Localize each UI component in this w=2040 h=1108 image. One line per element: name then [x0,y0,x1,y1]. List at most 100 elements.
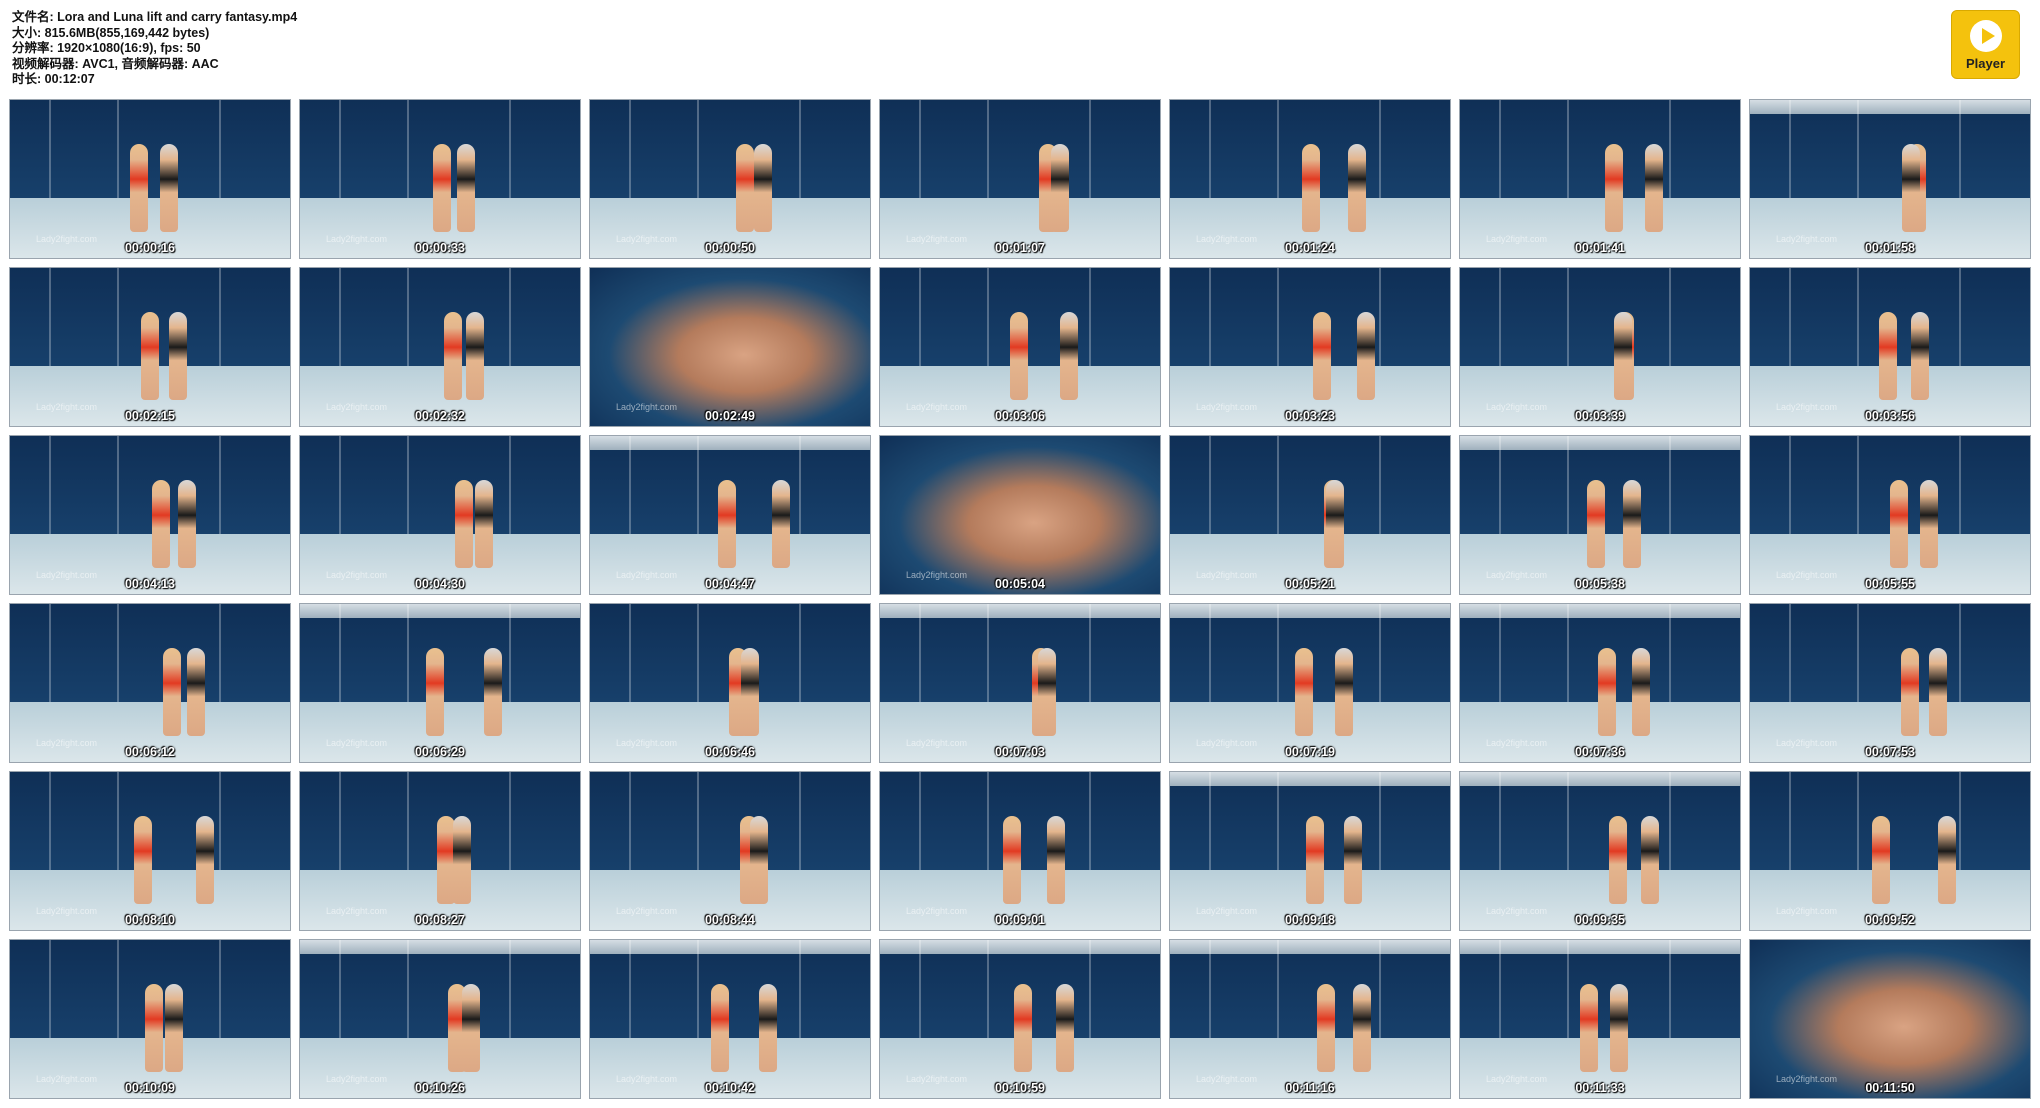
timestamp: 00:07:53 [1864,745,1916,759]
thumbnail[interactable]: Lady2fight.com 00:06:46 [589,603,871,763]
person-figure [1047,816,1065,904]
wall-panel-line [49,772,51,870]
thumbnail[interactable]: Lady2fight.com 00:00:33 [299,99,581,259]
thumbnail[interactable]: Lady2fight.com 00:04:47 [589,435,871,595]
person-figure [462,984,480,1072]
wall-panel-line [407,772,409,870]
wall-panel-line [49,436,51,534]
person-figure [1056,984,1074,1072]
thumbnail[interactable]: Lady2fight.com 00:07:53 [1749,603,2031,763]
thumbnail[interactable]: Lady2fight.com 00:10:26 [299,939,581,1099]
timestamp: 00:06:46 [704,745,756,759]
thumbnail[interactable]: Lady2fight.com 00:09:52 [1749,771,2031,931]
person-figure [736,144,754,232]
person-figure [187,648,205,736]
person-figure [178,480,196,568]
wall-panel-line [1669,100,1671,198]
person-figure [444,312,462,400]
wall-panel-line [987,604,989,702]
wall-panel-line [1959,268,1961,366]
thumbnail[interactable]: Lady2fight.com 00:10:42 [589,939,871,1099]
person-figure [1295,648,1313,736]
thumbnail[interactable]: Lady2fight.com 00:10:59 [879,939,1161,1099]
wall-panel-line [1277,940,1279,1038]
wall-panel-line [1959,772,1961,870]
thumbnail[interactable]: Lady2fight.com 00:11:33 [1459,939,1741,1099]
thumbnail[interactable]: Lady2fight.com 00:08:44 [589,771,871,931]
wall-panel-line [629,604,631,702]
person-figure [750,816,768,904]
thumbnail[interactable]: Lady2fight.com 00:11:16 [1169,939,1451,1099]
timestamp: 00:07:19 [1284,745,1336,759]
thumbnail[interactable]: Lady2fight.com 00:01:24 [1169,99,1451,259]
timestamp: 00:00:33 [414,241,466,255]
thumbnail[interactable]: Lady2fight.com 00:01:07 [879,99,1161,259]
thumbnail[interactable]: Lady2fight.com 00:04:13 [9,435,291,595]
person-figure [1357,312,1375,400]
wall-panel-line [697,604,699,702]
wall-panel-line [987,772,989,870]
wall-panel-line [1209,772,1211,870]
timestamp: 00:05:04 [994,577,1046,591]
thumbnail[interactable]: Lady2fight.com 00:07:19 [1169,603,1451,763]
thumbnail[interactable]: Lady2fight.com 00:02:15 [9,267,291,427]
ceiling-lights [880,604,1160,618]
thumbnail[interactable]: Lady2fight.com 00:05:04 [879,435,1161,595]
thumbnail[interactable]: Lady2fight.com 00:07:36 [1459,603,1741,763]
wall-panel-line [1277,100,1279,198]
timestamp: 00:03:06 [994,409,1046,423]
person-figure [145,984,163,1072]
thumbnail[interactable]: Lady2fight.com 00:02:49 [589,267,871,427]
timestamp: 00:02:49 [704,409,756,423]
wall-panel-line [49,940,51,1038]
thumbnail[interactable]: Lady2fight.com 00:09:35 [1459,771,1741,931]
timestamp: 00:05:55 [1864,577,1916,591]
thumbnail[interactable]: Lady2fight.com 00:03:39 [1459,267,1741,427]
person-figure [1353,984,1371,1072]
ceiling-lights [1460,604,1740,618]
wall-panel-line [339,436,341,534]
person-figure [754,144,772,232]
thumbnail[interactable]: Lady2fight.com 00:09:18 [1169,771,1451,931]
person-figure [1335,648,1353,736]
person-figure [1645,144,1663,232]
wall-panel-line [1567,100,1569,198]
wall-panel-line [407,604,409,702]
thumbnail[interactable]: Lady2fight.com 00:08:10 [9,771,291,931]
thumbnail[interactable]: Lady2fight.com 00:03:56 [1749,267,2031,427]
thumbnail[interactable]: Lady2fight.com 00:01:41 [1459,99,1741,259]
wall-panel-line [799,604,801,702]
person-figure [165,984,183,1072]
thumbnail[interactable]: Lady2fight.com 00:04:30 [299,435,581,595]
wall-panel-line [1089,100,1091,198]
person-figure [1317,984,1335,1072]
thumbnail[interactable]: Lady2fight.com 00:00:50 [589,99,871,259]
thumbnail[interactable]: Lady2fight.com 00:05:21 [1169,435,1451,595]
person-figure [1872,816,1890,904]
thumbnail[interactable]: Lady2fight.com 00:05:55 [1749,435,2031,595]
person-figure [1632,648,1650,736]
wall-panel-line [1209,268,1211,366]
thumbnail[interactable]: Lady2fight.com 00:03:06 [879,267,1161,427]
timestamp: 00:05:38 [1574,577,1626,591]
wall-panel-line [1857,604,1859,702]
thumbnail[interactable]: Lady2fight.com 00:05:38 [1459,435,1741,595]
thumbnail[interactable]: Lady2fight.com 00:06:12 [9,603,291,763]
thumbnail[interactable]: Lady2fight.com 00:10:09 [9,939,291,1099]
wall-panel-line [219,268,221,366]
person-figure [1641,816,1659,904]
thumbnail[interactable]: Lady2fight.com 00:01:58 [1749,99,2031,259]
thumbnail[interactable]: Lady2fight.com 00:00:16 [9,99,291,259]
thumbnail[interactable]: Lady2fight.com 00:03:23 [1169,267,1451,427]
timestamp: 00:01:07 [994,241,1046,255]
wall-panel-line [1669,436,1671,534]
wall-panel-line [799,100,801,198]
wall-panel-line [1959,100,1961,198]
thumbnail[interactable]: Lady2fight.com 00:09:01 [879,771,1161,931]
thumbnail[interactable]: Lady2fight.com 00:06:29 [299,603,581,763]
thumbnail[interactable]: Lady2fight.com 00:02:32 [299,267,581,427]
thumbnail[interactable]: Lady2fight.com 00:11:50 [1749,939,2031,1099]
thumbnail[interactable]: Lady2fight.com 00:07:03 [879,603,1161,763]
thumbnail[interactable]: Lady2fight.com 00:08:27 [299,771,581,931]
player-button[interactable]: Player [1951,10,2020,79]
